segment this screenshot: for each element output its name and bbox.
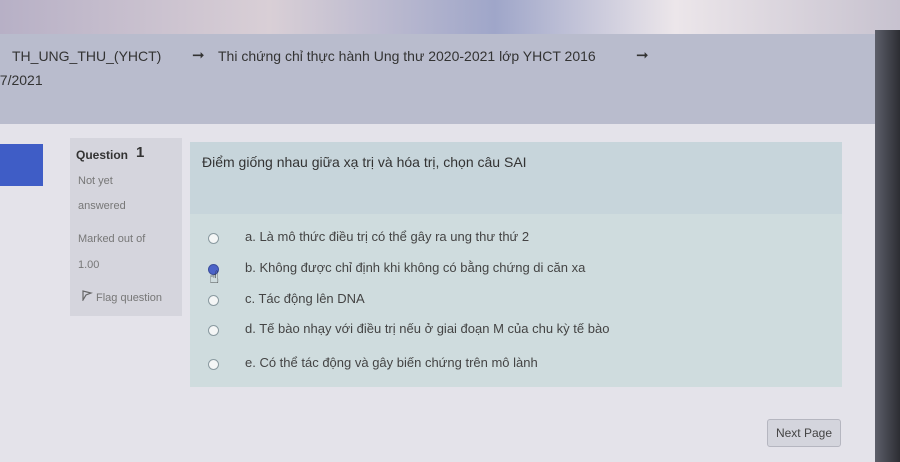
answer-option-b[interactable]: b. Không được chỉ định khi không có bằng… — [190, 259, 842, 283]
question-status: Not yet — [78, 175, 113, 187]
radio-button[interactable] — [208, 359, 219, 370]
arrow-right-icon: ➞ — [192, 47, 205, 64]
hand-cursor-icon: ☝ — [209, 268, 220, 287]
answer-option-c[interactable]: c. Tác động lên DNA — [190, 290, 842, 314]
breadcrumb-date: 07/2021 — [0, 72, 43, 88]
answer-options: a. Là mô thức điều trị có thể gây ra ung… — [190, 214, 842, 387]
question-text: Điểm giống nhau giữa xạ trị và hóa trị, … — [202, 154, 527, 170]
answer-label: b. Không được chỉ định khi không có bằng… — [245, 260, 586, 275]
arrow-right-icon: ➞ — [636, 47, 649, 64]
next-page-button[interactable]: Next Page — [767, 419, 841, 447]
flag-question-label: Flag question — [96, 292, 163, 304]
question-marks: Marked out of — [78, 233, 146, 245]
page-header: TH_UNG_THU_(YHCT) ➞ Thi chứng chỉ thực h… — [0, 34, 875, 124]
question-panel: Điểm giống nhau giữa xạ trị và hóa trị, … — [190, 142, 842, 387]
question-info: Question 1 Not yet answered Marked out o… — [70, 138, 182, 316]
radio-button[interactable] — [208, 233, 219, 244]
answer-label: c. Tác động lên DNA — [245, 291, 365, 306]
question-number: 1 — [136, 144, 145, 161]
breadcrumb-quiz[interactable]: Thi chứng chỉ thực hành Ung thư 2020-202… — [218, 48, 596, 64]
sidebar-block[interactable] — [0, 144, 43, 186]
answer-option-e[interactable]: e. Có thể tác động và gây biến chứng trê… — [190, 354, 842, 378]
question-label: Question — [76, 148, 129, 162]
answer-label: d. Tế bào nhạy với điều trị nếu ở giai đ… — [245, 321, 610, 336]
flag-question-button[interactable]: Flag question — [82, 290, 162, 304]
radio-button[interactable] — [208, 295, 219, 306]
answer-label: a. Là mô thức điều trị có thể gây ra ung… — [245, 229, 530, 244]
answer-label: e. Có thể tác động và gây biến chứng trê… — [245, 355, 538, 370]
flag-icon — [82, 290, 93, 304]
radio-button[interactable] — [208, 325, 219, 336]
question-status: answered — [78, 200, 126, 212]
answer-option-a[interactable]: a. Là mô thức điều trị có thể gây ra ung… — [190, 228, 842, 252]
monitor-bezel — [875, 30, 900, 462]
answer-option-d[interactable]: d. Tế bào nhạy với điều trị nếu ở giai đ… — [190, 320, 842, 344]
breadcrumb-course[interactable]: TH_UNG_THU_(YHCT) — [12, 48, 161, 64]
question-marks-value: 1.00 — [78, 259, 100, 271]
photo-top-strip — [0, 0, 900, 34]
